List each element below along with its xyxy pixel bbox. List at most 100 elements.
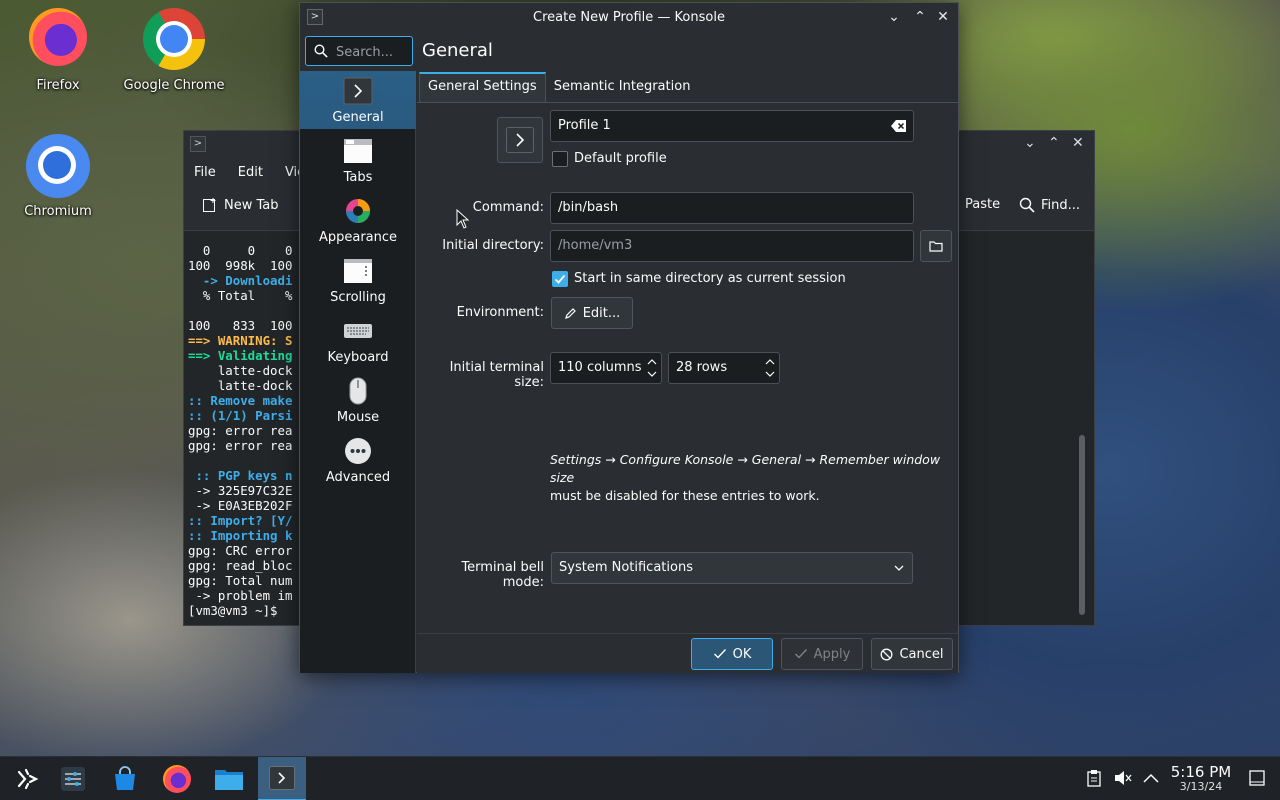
search-input[interactable] — [336, 42, 408, 62]
clear-text-icon[interactable] — [891, 119, 907, 133]
chevron-down-icon — [894, 565, 904, 571]
apply-button[interactable]: Apply — [781, 638, 863, 670]
terminal-line: -> E0A3EB202F — [188, 498, 293, 513]
spin-arrows-icon[interactable] — [647, 356, 657, 380]
terminal-line: ==> Validating — [188, 348, 293, 363]
store-bag-icon — [115, 766, 135, 790]
desktop-icon-google-chrome[interactable]: Google Chrome — [119, 8, 229, 93]
command-label: Command: — [472, 200, 544, 215]
sidebar-item-mouse[interactable]: Mouse — [300, 371, 416, 429]
sidebar-item-keyboard[interactable]: Keyboard — [300, 311, 416, 369]
find-button[interactable]: Find... — [1019, 197, 1080, 213]
same-directory-checkbox[interactable] — [552, 271, 568, 287]
taskbar-konsole[interactable] — [258, 757, 306, 800]
terminal-icon — [269, 766, 295, 790]
tab-general-settings[interactable]: General Settings — [419, 72, 546, 102]
bell-mode-label: Terminal bell mode: — [461, 560, 544, 590]
minimize-icon[interactable]: ⌄ — [886, 9, 902, 25]
sidebar-item-scrolling[interactable]: Scrolling — [300, 251, 416, 309]
maximize-icon[interactable]: ⌃ — [1048, 135, 1060, 151]
rows-spinbox[interactable]: 28 rows — [668, 352, 780, 384]
terminal-line: -> problem im — [188, 588, 293, 603]
color-wheel-icon — [346, 199, 370, 223]
maximize-icon[interactable]: ⌃ — [912, 9, 928, 25]
terminal-line: 100 998k 100 — [188, 258, 293, 273]
terminal-line: :: (1/1) Parsi — [188, 408, 293, 423]
taskbar — [0, 756, 1280, 800]
show-desktop-icon[interactable] — [1249, 770, 1265, 786]
initial-directory-label: Initial directory: — [442, 238, 544, 253]
columns-spinbox[interactable]: 110 columns — [550, 352, 662, 384]
minimize-icon[interactable]: ⌄ — [1024, 135, 1036, 151]
terminal-icon: > — [190, 136, 206, 152]
bell-mode-value: System Notifications — [559, 560, 693, 575]
apply-label: Apply — [813, 646, 851, 662]
terminal-line: % Total % — [188, 288, 293, 303]
dialog-button-row: OK Apply Cancel — [417, 633, 958, 673]
terminal-line: 0 0 0 — [188, 243, 293, 258]
terminal-line: [vm3@vm3 ~]$ — [188, 603, 285, 618]
settings-search-box[interactable] — [305, 36, 413, 66]
menu-edit[interactable]: Edit — [238, 165, 263, 180]
find-label: Find... — [1041, 197, 1081, 213]
new-tab-icon — [203, 198, 216, 212]
sidebar-item-tabs[interactable]: Tabs — [300, 131, 416, 189]
sidebar-item-label: Keyboard — [327, 350, 389, 365]
taskbar-file-manager[interactable] — [209, 763, 249, 795]
profile-icon-button[interactable] — [497, 117, 543, 163]
mouse-cursor-icon — [456, 209, 470, 229]
taskbar-firefox[interactable] — [157, 763, 197, 795]
profile-name-input[interactable]: Profile 1 — [550, 110, 914, 142]
edit-label: Edit... — [582, 305, 621, 321]
terminal-line: :: Remove make — [188, 393, 293, 408]
terminal-line: ==> WARNING: S — [188, 333, 293, 348]
paste-button[interactable]: Paste — [965, 197, 1000, 212]
sidebar-item-advanced[interactable]: Advanced — [300, 431, 416, 489]
chromium-icon — [26, 134, 90, 198]
create-profile-dialog[interactable]: > Create New Profile — Konsole ⌄ ⌃ ✕ Gen… — [299, 2, 959, 673]
sidebar-item-label: General — [332, 110, 384, 125]
clipboard-icon[interactable] — [1086, 769, 1102, 787]
bell-mode-select[interactable]: System Notifications — [551, 552, 913, 584]
dialog-title: Create New Profile — Konsole — [533, 10, 725, 25]
spin-arrows-icon[interactable] — [765, 356, 775, 380]
clock-date[interactable]: 3/13/24 — [1168, 780, 1234, 793]
terminal-size-label: Initial terminal size: — [449, 360, 544, 390]
menu-file[interactable]: File — [194, 165, 216, 180]
browse-directory-button[interactable] — [920, 230, 952, 262]
new-tab-button[interactable]: New Tab — [202, 197, 279, 213]
cancel-button[interactable]: Cancel — [871, 638, 953, 670]
sidebar-item-general[interactable]: General — [300, 71, 416, 129]
desktop-icon-label: Firefox — [36, 78, 80, 93]
clock-time[interactable]: 5:16 PM — [1168, 763, 1234, 781]
desktop-icon-firefox[interactable]: Firefox — [3, 8, 113, 93]
desktop-icon-label: Google Chrome — [123, 78, 225, 93]
command-input[interactable]: /bin/bash — [550, 192, 914, 224]
note-line-2: must be disabled for these entries to wo… — [550, 488, 820, 503]
ok-button[interactable]: OK — [691, 638, 773, 670]
tab-bar: General Settings Semantic Integration — [419, 72, 698, 102]
close-icon[interactable]: ✕ — [1072, 135, 1084, 151]
scrollbar-thumb[interactable] — [1079, 435, 1085, 615]
launcher-icon — [17, 768, 39, 790]
taskbar-system-settings[interactable] — [53, 763, 93, 795]
cancel-icon — [881, 648, 893, 660]
chevron-up-icon[interactable] — [1143, 773, 1159, 783]
terminal-icon — [343, 77, 373, 105]
environment-edit-button[interactable]: Edit... — [551, 297, 633, 329]
close-icon[interactable]: ✕ — [935, 9, 951, 25]
terminal-output[interactable]: 0 0 0 100 998k 100 -> Downloadi % Total %… — [188, 243, 300, 627]
sidebar-item-appearance[interactable]: Appearance — [300, 191, 416, 249]
initial-directory-input[interactable]: /home/vm3 — [550, 230, 914, 262]
desktop-icon-chromium[interactable]: Chromium — [3, 134, 113, 219]
taskbar-discover[interactable] — [105, 763, 145, 795]
terminal-scrollbar[interactable] — [1078, 235, 1086, 623]
default-profile-checkbox[interactable] — [552, 151, 568, 167]
terminal-line: -> 325E97C32E — [188, 483, 293, 498]
dialog-titlebar[interactable]: > Create New Profile — Konsole ⌄ ⌃ ✕ — [300, 3, 958, 33]
tab-semantic-integration[interactable]: Semantic Integration — [546, 72, 699, 102]
settings-sliders-icon — [61, 767, 85, 791]
volume-muted-icon[interactable] — [1114, 770, 1132, 786]
app-launcher-button[interactable] — [6, 763, 46, 795]
settings-sidebar: General Tabs Appearance Scrolling Keyboa… — [300, 71, 416, 673]
